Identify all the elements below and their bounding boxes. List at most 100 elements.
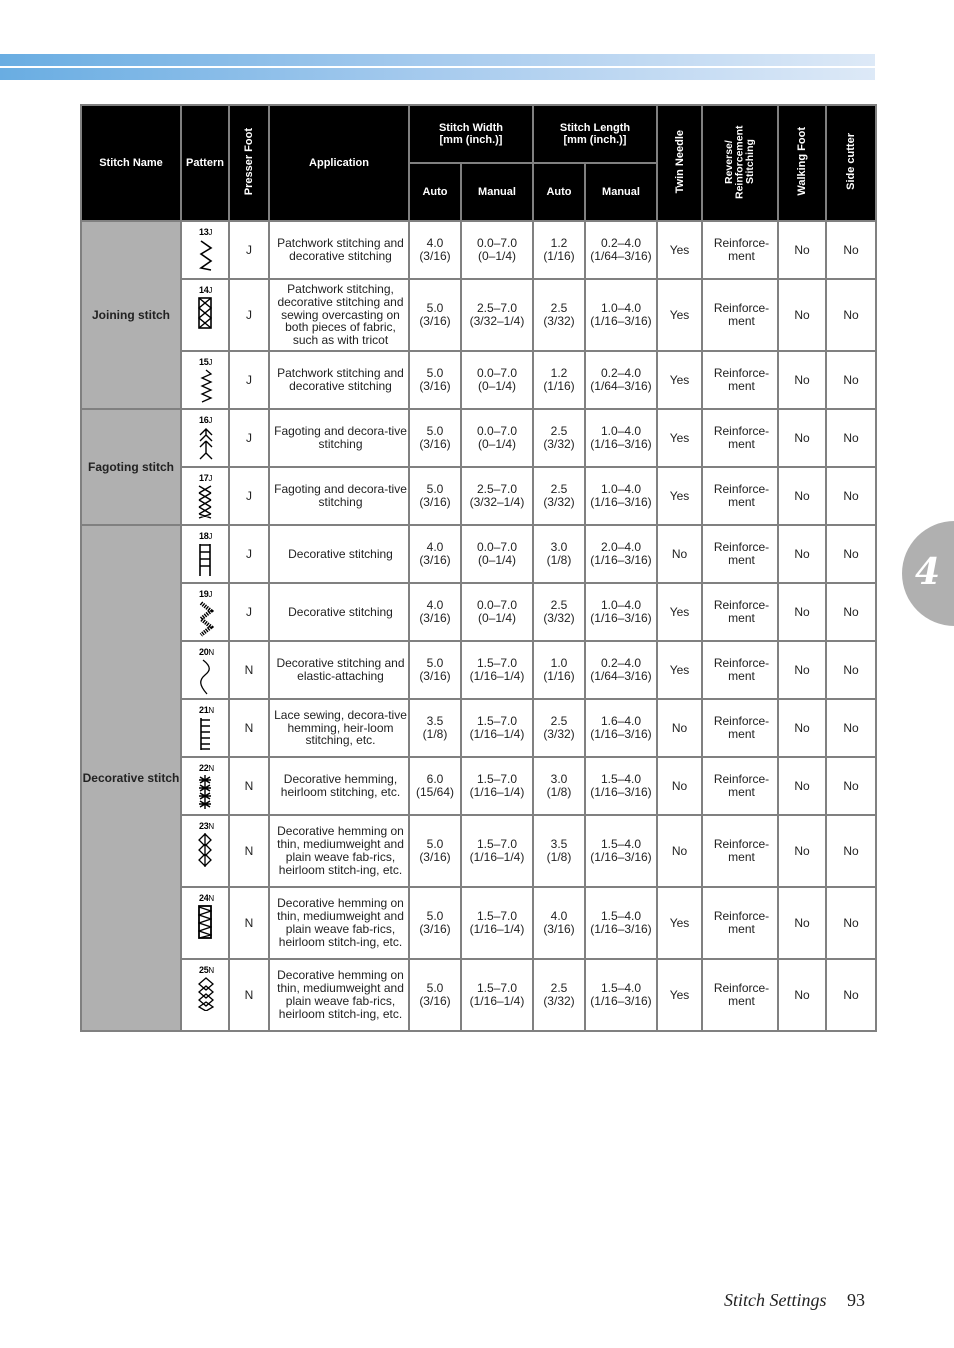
walking-foot-cell: No <box>777 278 827 352</box>
width-manual-inch: (1/16–1/4) <box>469 727 525 741</box>
table-row: 15J J Patchwork stitching and decorative … <box>81 350 877 410</box>
header-stitch-name: Stitch Name <box>80 104 182 222</box>
length-manual-inch: (1/16–3/16) <box>590 314 652 328</box>
width-manual-cell: 1.5–7.0 (1/16–1/4) <box>460 958 534 1032</box>
length-manual-inch: (1/64–3/16) <box>590 249 652 263</box>
reverse-cell: Reinforce- ment <box>701 220 779 280</box>
width-auto-cell: 5.0 (3/16) <box>408 958 462 1032</box>
pattern-cell[interactable]: 19J <box>180 582 230 642</box>
stitch-group-name: Decorative stitch <box>80 524 182 1032</box>
side-cutter-cell: No <box>825 958 877 1032</box>
header-reverse: Reverse/ Reinforcement Stitching <box>701 104 779 222</box>
pattern-cell[interactable]: 22N <box>180 756 230 816</box>
length-manual-inch: (1/16–3/16) <box>590 922 652 936</box>
pattern-cell[interactable]: 18J <box>180 524 230 584</box>
header-width-manual: Manual <box>460 162 534 222</box>
length-auto-inch: (3/32) <box>543 611 575 625</box>
width-auto-inch: (3/16) <box>419 994 451 1008</box>
side-cutter-cell: No <box>825 350 877 410</box>
presser-foot-cell: J <box>228 220 270 280</box>
header-twin-needle: Twin Needle <box>656 104 703 222</box>
length-manual-inch: (1/16–3/16) <box>590 495 652 509</box>
stitch-group-name: Joining stitch <box>80 220 182 410</box>
pattern-cell[interactable]: 21N <box>180 698 230 758</box>
application-cell: Fagoting and decora-tive stitching <box>268 466 410 526</box>
width-manual-cell: 1.5–7.0 (1/16–1/4) <box>460 698 534 758</box>
table-row: 17J J Fagoting and decora-tive stitching 5… <box>81 466 877 526</box>
width-auto-cell: 5.0 (3/16) <box>408 278 462 352</box>
table-row: 25N N Decorative hemming on thin, mediumw… <box>81 958 877 1032</box>
table-row: 21N N Lace sewing, decora-tive hemming, h… <box>81 698 877 758</box>
presser-foot-cell: J <box>228 408 270 468</box>
length-manual-inch: (1/64–3/16) <box>590 669 652 683</box>
pattern-cell[interactable]: 20N <box>180 640 230 700</box>
chapter-tab: 4 <box>902 521 954 626</box>
application-cell: Decorative stitching <box>268 524 410 584</box>
length-manual-inch: (1/64–3/16) <box>590 379 652 393</box>
stitch-pattern-icon <box>197 601 215 640</box>
pattern-cell[interactable]: 23N <box>180 814 230 888</box>
pattern-cell[interactable]: 15J <box>180 350 230 410</box>
length-auto-inch: (1/16) <box>543 249 575 263</box>
stitch-pattern-icon <box>197 977 215 1014</box>
reverse-cell: Reinforce- ment <box>701 524 779 584</box>
width-auto-inch: (1/8) <box>422 727 448 741</box>
reverse-cell: Reinforce- ment <box>701 698 779 758</box>
width-manual-cell: 0.0–7.0 (0–1/4) <box>460 524 534 584</box>
pattern-cell[interactable]: 16J <box>180 408 230 468</box>
width-auto-cell: 5.0 (3/16) <box>408 466 462 526</box>
length-auto-inch: (3/16) <box>543 922 575 936</box>
width-manual-cell: 0.0–7.0 (0–1/4) <box>460 582 534 642</box>
length-manual-cell: 1.0–4.0 (1/16–3/16) <box>584 582 658 642</box>
header-length-manual: Manual <box>584 162 658 222</box>
pattern-number: 19J <box>199 589 213 599</box>
length-auto-cell: 2.5 (3/32) <box>532 278 586 352</box>
pattern-cell[interactable]: 25N <box>180 958 230 1032</box>
stitch-pattern-icon <box>196 905 214 942</box>
stitch-pattern-icon <box>198 543 212 580</box>
presser-foot-cell: N <box>228 756 270 816</box>
length-manual-cell: 1.0–4.0 (1/16–3/16) <box>584 466 658 526</box>
length-auto-inch: (3/32) <box>543 314 575 328</box>
stitch-pattern-icon <box>198 369 214 406</box>
pattern-cell[interactable]: 24N <box>180 886 230 960</box>
header-presser-foot: Presser Foot <box>228 104 270 222</box>
length-manual-cell: 1.6–4.0 (1/16–3/16) <box>584 698 658 758</box>
side-cutter-cell: No <box>825 220 877 280</box>
table-row: 22N N Decorative hemming, heirloom stitch… <box>81 756 877 816</box>
header-band-top <box>0 54 875 66</box>
walking-foot-cell: No <box>777 756 827 816</box>
application-cell: Decorative stitching and elastic-attachi… <box>268 640 410 700</box>
twin-needle-cell: Yes <box>656 466 703 526</box>
pattern-number: 23N <box>199 821 214 831</box>
length-auto-inch: (1/8) <box>546 850 572 864</box>
width-manual-inch: (3/32–1/4) <box>469 314 525 328</box>
walking-foot-cell: No <box>777 886 827 960</box>
table-row: Joining stitch 13J J Patchwork stitching … <box>80 220 877 410</box>
pattern-cell[interactable]: 17J <box>180 466 230 526</box>
presser-foot-cell: J <box>228 524 270 584</box>
reverse-cell: Reinforce- ment <box>701 350 779 410</box>
twin-needle-cell: Yes <box>656 350 703 410</box>
side-cutter-cell: No <box>825 582 877 642</box>
reverse-cell: Reinforce- ment <box>701 756 779 816</box>
pattern-cell[interactable]: 13J <box>180 220 230 280</box>
length-manual-cell: 1.5–4.0 (1/16–3/16) <box>584 756 658 816</box>
length-auto-inch: (1/16) <box>543 669 575 683</box>
header-application: Application <box>268 104 410 222</box>
width-manual-inch: (3/32–1/4) <box>469 495 525 509</box>
reverse-cell: Reinforce- ment <box>701 466 779 526</box>
application-cell: Fagoting and decora-tive stitching <box>268 408 410 468</box>
pattern-cell[interactable]: 14J <box>180 278 230 352</box>
walking-foot-cell: No <box>777 524 827 584</box>
length-manual-cell: 0.2–4.0 (1/64–3/16) <box>584 350 658 410</box>
pattern-number: 22N <box>199 763 214 773</box>
footer-title: Stitch Settings <box>724 1290 827 1310</box>
stitch-pattern-icon <box>198 775 212 812</box>
width-manual-cell: 0.0–7.0 (0–1/4) <box>460 350 534 410</box>
width-manual-cell: 1.5–7.0 (1/16–1/4) <box>460 814 534 888</box>
width-auto-cell: 5.0 (3/16) <box>408 886 462 960</box>
length-auto-inch: (3/32) <box>543 437 575 451</box>
twin-needle-cell: Yes <box>656 958 703 1032</box>
length-auto-cell: 2.5 (3/32) <box>532 958 586 1032</box>
